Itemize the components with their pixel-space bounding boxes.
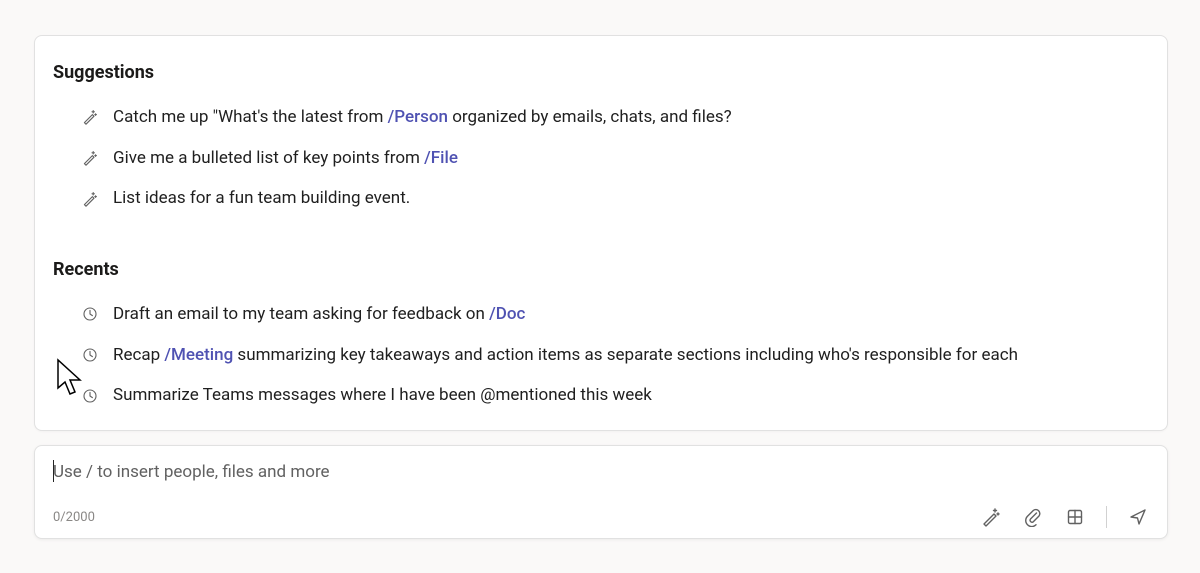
recent-text: Draft an email to my team asking for fee…	[113, 302, 1143, 327]
compose-box: 0/2000	[34, 445, 1168, 539]
recents-section: Recents Draft an email to my team asking…	[53, 259, 1143, 416]
char-counter: 0/2000	[53, 510, 95, 525]
wand-icon[interactable]	[980, 506, 1002, 528]
suggestion-item[interactable]: List ideas for a fun team building event…	[53, 178, 1143, 219]
wand-icon	[81, 190, 99, 208]
prompt-input[interactable]	[53, 462, 1149, 482]
recent-item[interactable]: Recap /Meeting summarizing key takeaways…	[53, 335, 1143, 376]
clock-icon	[81, 305, 99, 323]
send-icon[interactable]	[1127, 506, 1149, 528]
suggestion-item[interactable]: Catch me up "What's the latest from /Per…	[53, 97, 1143, 138]
suggestion-text: List ideas for a fun team building event…	[113, 186, 1143, 211]
wand-icon	[81, 108, 99, 126]
clock-icon	[81, 387, 99, 405]
compose-actions	[980, 506, 1149, 528]
text-caret	[53, 460, 54, 482]
recents-heading: Recents	[53, 259, 1143, 280]
recent-text: Summarize Teams messages where I have be…	[113, 383, 1143, 408]
prompt-guide-panel: Suggestions Catch me up "What's the late…	[34, 35, 1168, 431]
wand-icon	[81, 149, 99, 167]
suggestions-heading: Suggestions	[53, 62, 1143, 83]
suggestion-text: Catch me up "What's the latest from /Per…	[113, 105, 1143, 130]
apps-icon[interactable]	[1064, 506, 1086, 528]
suggestion-item[interactable]: Give me a bulleted list of key points fr…	[53, 138, 1143, 179]
attachment-icon[interactable]	[1022, 506, 1044, 528]
suggestions-section: Suggestions Catch me up "What's the late…	[53, 62, 1143, 219]
clock-icon	[81, 346, 99, 364]
recent-text: Recap /Meeting summarizing key takeaways…	[113, 343, 1143, 368]
recent-item[interactable]: Summarize Teams messages where I have be…	[53, 375, 1143, 416]
compose-bottom-row: 0/2000	[53, 506, 1149, 528]
recent-item[interactable]: Draft an email to my team asking for fee…	[53, 294, 1143, 335]
suggestion-text: Give me a bulleted list of key points fr…	[113, 146, 1143, 171]
divider	[1106, 506, 1107, 528]
